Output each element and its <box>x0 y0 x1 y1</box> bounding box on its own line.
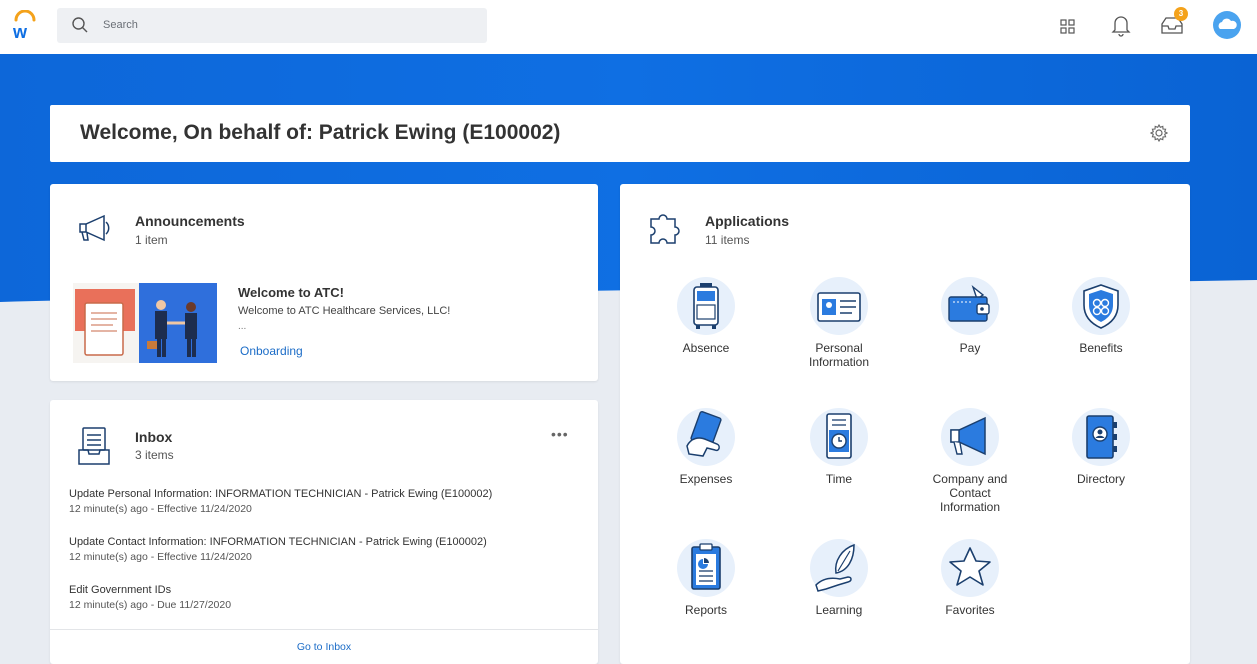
pay-icon <box>941 277 999 335</box>
puzzle-piece-icon <box>650 214 680 244</box>
inbox-icon <box>78 427 110 465</box>
inbox-item-subtitle: 12 minute(s) ago - Effective 11/24/2020 <box>69 551 252 563</box>
svg-text:w: w <box>12 22 28 42</box>
inbox-item-subtitle: 12 minute(s) ago - Effective 11/24/2020 <box>69 503 252 515</box>
more-options-icon[interactable]: ••• <box>551 426 569 442</box>
reports-icon <box>677 539 735 597</box>
app-label: Favorites <box>945 603 995 617</box>
inbox-card: Inbox 3 items ••• Update Personal Inform… <box>50 400 598 664</box>
app-company-contact-information[interactable]: Company and Contact Information <box>915 408 1025 514</box>
applications-count: 11 items <box>705 233 750 247</box>
applications-title: Applications <box>705 213 790 229</box>
app-time[interactable]: Time <box>784 408 894 486</box>
announcement-ellipsis: ... <box>238 321 247 332</box>
expenses-icon <box>677 408 735 466</box>
app-benefits[interactable]: Benefits <box>1046 277 1156 355</box>
page-title: Welcome, On behalf of: Patrick Ewing (E1… <box>80 121 561 144</box>
app-expenses[interactable]: Expenses <box>651 408 761 486</box>
workday-logo-icon[interactable]: w <box>12 9 38 42</box>
megaphone-icon <box>79 214 110 242</box>
inbox-item-title[interactable]: Update Personal Information: INFORMATION… <box>69 488 492 500</box>
learning-icon <box>810 539 868 597</box>
inbox-item-title[interactable]: Edit Government IDs <box>69 584 231 596</box>
search-input[interactable]: Search <box>57 8 487 43</box>
absence-icon <box>677 277 735 335</box>
app-label: Learning <box>815 603 863 617</box>
inbox-item[interactable]: Edit Government IDs 12 minute(s) ago - D… <box>69 584 231 611</box>
inbox-item-title[interactable]: Update Contact Information: INFORMATION … <box>69 536 487 548</box>
divider <box>50 629 598 630</box>
inbox-title: Inbox <box>135 429 173 445</box>
inbox-item-subtitle: 12 minute(s) ago - Due 11/27/2020 <box>69 599 232 611</box>
directory-icon <box>1072 408 1130 466</box>
user-avatar-cloud-icon[interactable] <box>1212 10 1242 40</box>
personal-information-icon <box>810 277 868 335</box>
app-absence[interactable]: Absence <box>651 277 761 355</box>
announcements-card: Announcements 1 item Welcome to ATC! Wel… <box>50 184 598 381</box>
announcement-image[interactable] <box>73 283 217 363</box>
app-label: Benefits <box>1079 341 1123 355</box>
app-label: Personal Information <box>808 341 870 369</box>
go-to-inbox-link[interactable]: Go to Inbox <box>50 641 598 653</box>
search-icon <box>72 17 88 33</box>
app-label: Directory <box>1076 472 1125 486</box>
top-bar: w Search 3 <box>0 0 1257 54</box>
app-label: Absence <box>682 341 730 355</box>
app-label: Expenses <box>679 472 733 486</box>
app-directory[interactable]: Directory <box>1046 408 1156 486</box>
company-contact-icon <box>941 408 999 466</box>
announcements-count: 1 item <box>135 233 168 247</box>
app-favorites[interactable]: Favorites <box>915 539 1025 617</box>
notification-badge: 3 <box>1174 7 1188 21</box>
welcome-banner: Welcome, On behalf of: Patrick Ewing (E1… <box>50 105 1190 162</box>
benefits-icon <box>1072 277 1130 335</box>
app-label: Company and Contact Information <box>932 472 1008 514</box>
announcement-title[interactable]: Welcome to ATC! <box>238 285 344 300</box>
inbox-item[interactable]: Update Personal Information: INFORMATION… <box>69 488 492 515</box>
inbox-count: 3 items <box>135 448 174 462</box>
onboarding-link[interactable]: Onboarding <box>240 344 303 358</box>
apps-grid-icon[interactable] <box>1060 19 1076 35</box>
app-personal-information[interactable]: Personal Information <box>784 277 894 369</box>
inbox-item[interactable]: Update Contact Information: INFORMATION … <box>69 536 487 563</box>
search-placeholder: Search <box>103 19 138 31</box>
app-learning[interactable]: Learning <box>784 539 894 617</box>
bell-icon[interactable] <box>1111 13 1131 37</box>
applications-card: Applications 11 items Absence Personal I… <box>620 184 1190 664</box>
favorites-icon <box>941 539 999 597</box>
announcement-text: Welcome to ATC Healthcare Services, LLC! <box>238 305 451 317</box>
app-label: Reports <box>684 603 728 617</box>
app-reports[interactable]: Reports <box>651 539 761 617</box>
gear-icon[interactable] <box>1150 124 1168 142</box>
app-label: Time <box>825 472 853 486</box>
time-icon <box>810 408 868 466</box>
announcements-title: Announcements <box>135 213 245 229</box>
app-label: Pay <box>959 341 981 355</box>
app-pay[interactable]: Pay <box>915 277 1025 355</box>
